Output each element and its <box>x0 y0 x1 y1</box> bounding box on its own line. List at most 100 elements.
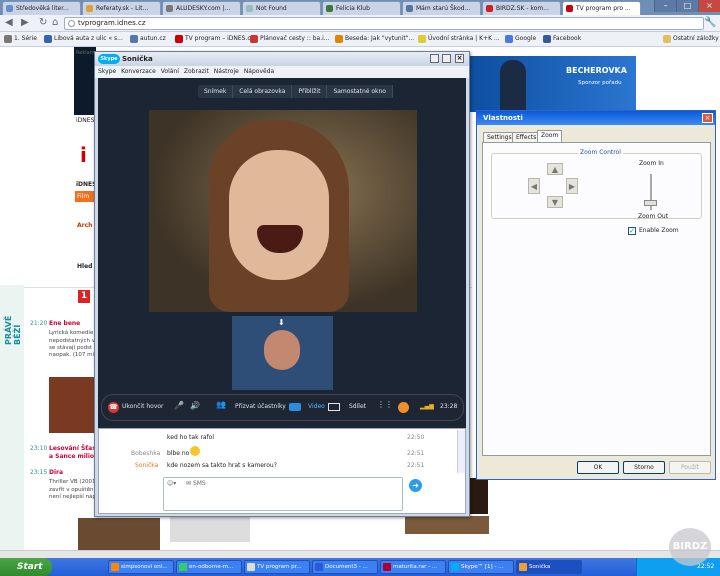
skype-close-button[interactable]: × <box>455 54 464 63</box>
video-view-tab[interactable]: Snímek <box>198 85 234 98</box>
browser-tab[interactable]: Mám starú Škod... <box>402 1 481 15</box>
close-button[interactable]: × <box>698 0 720 12</box>
bookmark-item[interactable]: Ostatní záložky <box>663 34 719 44</box>
browser-tab[interactable]: ALUDESKY.com |... <box>162 1 241 15</box>
pan-up-button[interactable]: ▲ <box>547 163 563 175</box>
download-icon[interactable]: ⬇ <box>278 318 285 327</box>
dialog-close-button[interactable]: × <box>702 113 713 123</box>
start-button[interactable]: Start <box>0 558 52 576</box>
pan-down-button[interactable]: ▼ <box>547 196 563 208</box>
video-view-tab[interactable]: Přiblížit <box>292 85 328 98</box>
listing-thumbnail[interactable] <box>49 377 95 433</box>
idnes-logo: i <box>80 143 87 167</box>
browser-tab[interactable]: Not Found <box>242 1 321 15</box>
archiv-link[interactable]: Arch <box>77 222 92 229</box>
video-toggle-button[interactable]: Video <box>308 403 325 410</box>
skype-menu-item[interactable]: Nápověda <box>244 68 274 75</box>
pan-right-button[interactable]: ▶ <box>566 178 578 194</box>
taskbar-item[interactable]: TV program pr... <box>244 560 310 574</box>
bookmark-item[interactable]: 1. Série <box>4 34 37 44</box>
reload-icon[interactable]: ↻ <box>39 17 47 29</box>
enable-zoom-checkbox[interactable]: ✓ <box>628 227 636 235</box>
tab-label: Not Found <box>256 5 287 12</box>
skype-maximize-button[interactable] <box>442 54 451 63</box>
skype-menu-item[interactable]: Nástroje <box>214 68 239 75</box>
video-view-tab[interactable]: Samostatné okno <box>327 85 393 98</box>
pan-left-button[interactable]: ◀ <box>528 178 540 194</box>
taskbar-item[interactable]: simpsonovi onl... <box>108 560 174 574</box>
share-screen-icon[interactable] <box>328 403 340 411</box>
listing-thumbnail[interactable] <box>405 516 489 534</box>
browser-tab[interactable]: Referaty.sk - Lit... <box>82 1 161 15</box>
bookmark-item[interactable]: Úvodní stránka | K+K ... <box>418 34 500 44</box>
end-call-button[interactable]: Ukončit hovor <box>122 403 164 410</box>
becherovka-banner[interactable]: BECHEROVKA Sponzor pořadu <box>470 56 636 112</box>
listing-thumbnail[interactable] <box>470 478 488 514</box>
browser-tab[interactable]: Středověká liter... <box>2 1 81 15</box>
favicon-icon <box>6 5 13 12</box>
self-preview-video[interactable]: ⬇ <box>232 316 333 390</box>
emoticon-icon[interactable] <box>398 402 409 413</box>
maximize-button[interactable]: □ <box>676 0 698 12</box>
address-bar[interactable]: tvprogram.idnes.cz <box>64 17 704 30</box>
skype-minimize-button[interactable] <box>430 54 439 63</box>
bookmark-item[interactable]: Beseda: Jak "vytunit"... <box>335 34 414 44</box>
listing-subtitle[interactable]: a Sance milion <box>49 453 98 460</box>
listing-title[interactable]: Lesování Šťas <box>49 445 96 452</box>
back-icon[interactable]: ◀ <box>5 17 13 29</box>
apply-button[interactable]: Použít <box>669 461 711 474</box>
browser-tab[interactable]: Felicia Klub <box>322 1 401 15</box>
forward-icon[interactable]: ▶ <box>21 17 29 29</box>
minimize-button[interactable]: – <box>654 0 676 12</box>
tab-zoom[interactable]: Zoom <box>537 130 563 142</box>
bookmark-item[interactable]: Libová auta z ulic « s... <box>44 34 123 44</box>
horizontal-scrollbar[interactable] <box>0 550 720 558</box>
bookmark-item[interactable]: autun.cz <box>130 34 166 44</box>
skype-menu-item[interactable]: Skype <box>98 68 116 75</box>
bookmark-item[interactable]: TV program – iDNES.cz <box>175 34 254 44</box>
tab-settings[interactable]: Settings <box>483 132 516 142</box>
share-button[interactable]: Sdílet <box>349 403 366 410</box>
listing-thumbnail[interactable] <box>78 518 160 550</box>
send-message-button[interactable]: ➜ <box>409 479 422 492</box>
film-tab[interactable]: Film <box>75 191 95 202</box>
skype-menu-item[interactable]: Volání <box>161 68 179 75</box>
bookmark-item[interactable]: Google <box>505 34 536 44</box>
bookmark-favicon-icon <box>335 35 343 43</box>
taskbar-item[interactable]: Sonička <box>516 560 582 574</box>
cancel-button[interactable]: Storno <box>623 461 665 474</box>
listing-thumbnail[interactable] <box>170 516 250 542</box>
birdz-watermark: BIRDZ <box>669 528 711 566</box>
taskbar-item[interactable]: maturita.rar - ... <box>380 560 446 574</box>
mute-microphone-icon[interactable]: 🎤 <box>174 401 184 410</box>
invite-participants-button[interactable]: Přizvat účastníky <box>235 403 286 410</box>
dialpad-icon[interactable]: ⋮⋮ <box>377 400 393 409</box>
video-view-tab[interactable]: Celá obrazovka <box>233 85 293 98</box>
skype-menu-item[interactable]: Zobrazit <box>184 68 209 75</box>
zoom-slider-thumb[interactable] <box>644 200 657 206</box>
end-call-icon[interactable]: ☎ <box>108 402 119 413</box>
speaker-icon[interactable]: 🔊 <box>190 401 200 410</box>
ok-button[interactable]: OK <box>577 461 619 474</box>
message-input[interactable]: ☺▾ ✉ SMS <box>163 477 403 511</box>
add-participants-icon[interactable]: 👥 <box>216 400 226 409</box>
remote-video[interactable] <box>149 110 417 312</box>
emoticon-picker-icon[interactable]: ☺▾ <box>167 480 176 487</box>
home-icon[interactable]: ⌂ <box>52 17 58 29</box>
taskbar-item[interactable]: en-odborne-m... <box>176 560 242 574</box>
taskbar-item[interactable]: Document3 - ... <box>312 560 378 574</box>
bookmark-item[interactable]: Plánovač cesty :: ba.i... <box>250 34 330 44</box>
skype-menu-item[interactable]: Konverzace <box>121 68 156 75</box>
bookmark-item[interactable]: Facebook <box>543 34 581 44</box>
chat-scrollbar[interactable] <box>457 430 465 473</box>
sms-toggle[interactable]: ✉ SMS <box>186 480 206 487</box>
listing-title[interactable]: Ene bene <box>49 320 80 327</box>
wrench-icon[interactable]: 🔧 <box>704 17 716 29</box>
taskbar-item-label: Skype™ [1] - ... <box>461 564 504 570</box>
browser-tab[interactable]: BIRDZ.SK - kom... <box>482 1 561 15</box>
listing-title[interactable]: Dira <box>49 469 63 476</box>
taskbar-item[interactable]: Skype™ [1] - ... <box>448 560 514 574</box>
video-camera-icon[interactable] <box>289 403 301 411</box>
browser-tab[interactable]: TV program pro ... <box>562 1 641 15</box>
bookmark-label: Libová auta z ulic « s... <box>54 35 123 42</box>
